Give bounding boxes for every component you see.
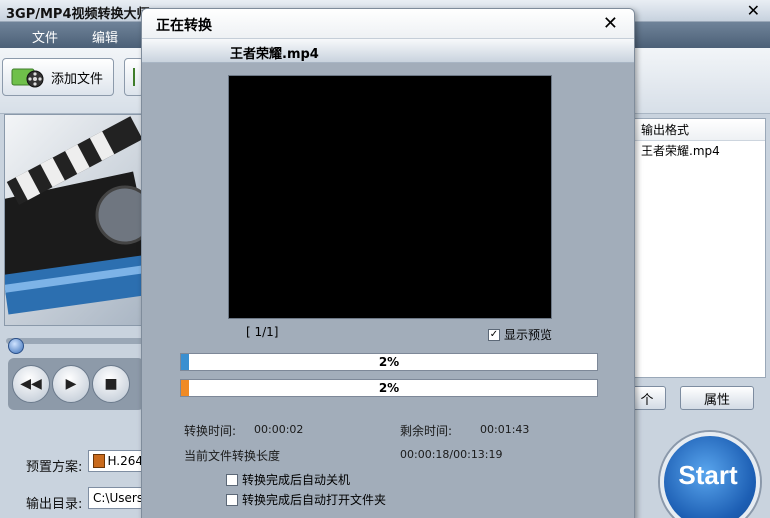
open-folder-check-icon: [226, 493, 238, 506]
seek-handle[interactable]: [8, 338, 24, 354]
add-file-label: 添加文件: [51, 71, 104, 87]
current-length-label: 当前文件转换长度: [184, 449, 281, 463]
stop-button[interactable]: ■: [92, 365, 130, 403]
dialog-titlebar: 正在转换 ✕: [142, 9, 634, 39]
current-length-value: 00:00:18/00:13:19: [400, 448, 503, 461]
dialog-filename-bar: 王者荣耀.mp4: [142, 39, 634, 63]
auto-shutdown-check-icon: [226, 473, 238, 486]
total-progress-text: 2%: [378, 381, 400, 395]
preset-film-icon: [93, 454, 106, 468]
seek-track[interactable]: [6, 338, 146, 344]
output-dir-field[interactable]: C:\Users: [88, 487, 144, 509]
add-file-button[interactable]: 添加文件: [2, 58, 114, 96]
file-list: 输出格式 王者荣耀.mp4: [634, 118, 766, 378]
open-folder-checkbox[interactable]: 转换完成后自动打开文件夹: [226, 491, 386, 508]
converting-dialog: 正在转换 ✕ 王者荣耀.mp4 [ 1/1] ✓ 显示预览 2% 2% 转换时间…: [141, 8, 635, 518]
clapperboard-image: [5, 116, 143, 315]
start-button[interactable]: Start: [660, 432, 760, 518]
rewind-icon: ◀◀: [20, 376, 42, 392]
output-dir-label: 输出目录:: [26, 497, 83, 512]
elapsed-label: 转换时间:: [184, 424, 237, 438]
file-progress-bar: 2%: [180, 353, 598, 371]
play-button[interactable]: ▶: [52, 365, 90, 403]
file-progress-text: 2%: [378, 355, 400, 369]
app-title: 3GP/MP4视频转换大师: [6, 7, 150, 22]
list-item[interactable]: 王者荣耀.mp4: [635, 141, 765, 161]
dialog-title: 正在转换: [156, 18, 212, 34]
auto-shutdown-label: 转换完成后自动关机: [242, 473, 351, 487]
start-button-label: Start: [678, 459, 738, 490]
preset-label: 预置方案:: [26, 460, 83, 475]
partial-button-label: 个: [640, 392, 654, 408]
preview-pane: [4, 114, 144, 326]
elapsed-value: 00:00:02: [254, 423, 304, 436]
show-preview-label: 显示预览: [504, 328, 553, 342]
properties-button-label: 属性: [703, 392, 730, 408]
app-close-icon[interactable]: ✕: [747, 1, 760, 20]
menu-edit[interactable]: 编辑: [92, 27, 118, 46]
play-icon: ▶: [65, 376, 77, 392]
file-counter: [ 1/1]: [246, 325, 279, 339]
stop-icon: ■: [104, 376, 118, 392]
preset-select[interactable]: H.264: [88, 450, 144, 472]
column-header-output-format[interactable]: 输出格式: [635, 119, 765, 141]
video-preview: [228, 75, 552, 319]
open-folder-label: 转换完成后自动打开文件夹: [242, 493, 387, 507]
remaining-value: 00:01:43: [480, 423, 530, 436]
total-progress-bar: 2%: [180, 379, 598, 397]
remaining-label: 剩余时间:: [400, 424, 453, 438]
properties-button[interactable]: 属性: [680, 386, 754, 410]
add-file-icon: [11, 65, 45, 89]
current-filename: 王者荣耀.mp4: [230, 47, 319, 62]
preset-value: H.264: [107, 454, 143, 468]
rewind-button[interactable]: ◀◀: [12, 365, 50, 403]
menu-file[interactable]: 文件: [32, 27, 58, 46]
show-preview-checkbox[interactable]: ✓ 显示预览: [488, 326, 552, 343]
dialog-body: [ 1/1] ✓ 显示预览 2% 2% 转换时间: 00:00:02 剩余时间:…: [142, 63, 634, 518]
auto-shutdown-checkbox[interactable]: 转换完成后自动关机: [226, 471, 350, 488]
show-preview-check-icon: ✓: [488, 328, 500, 341]
dialog-close-icon[interactable]: ✕: [603, 13, 618, 34]
toolbar-icon-2: [133, 68, 135, 86]
